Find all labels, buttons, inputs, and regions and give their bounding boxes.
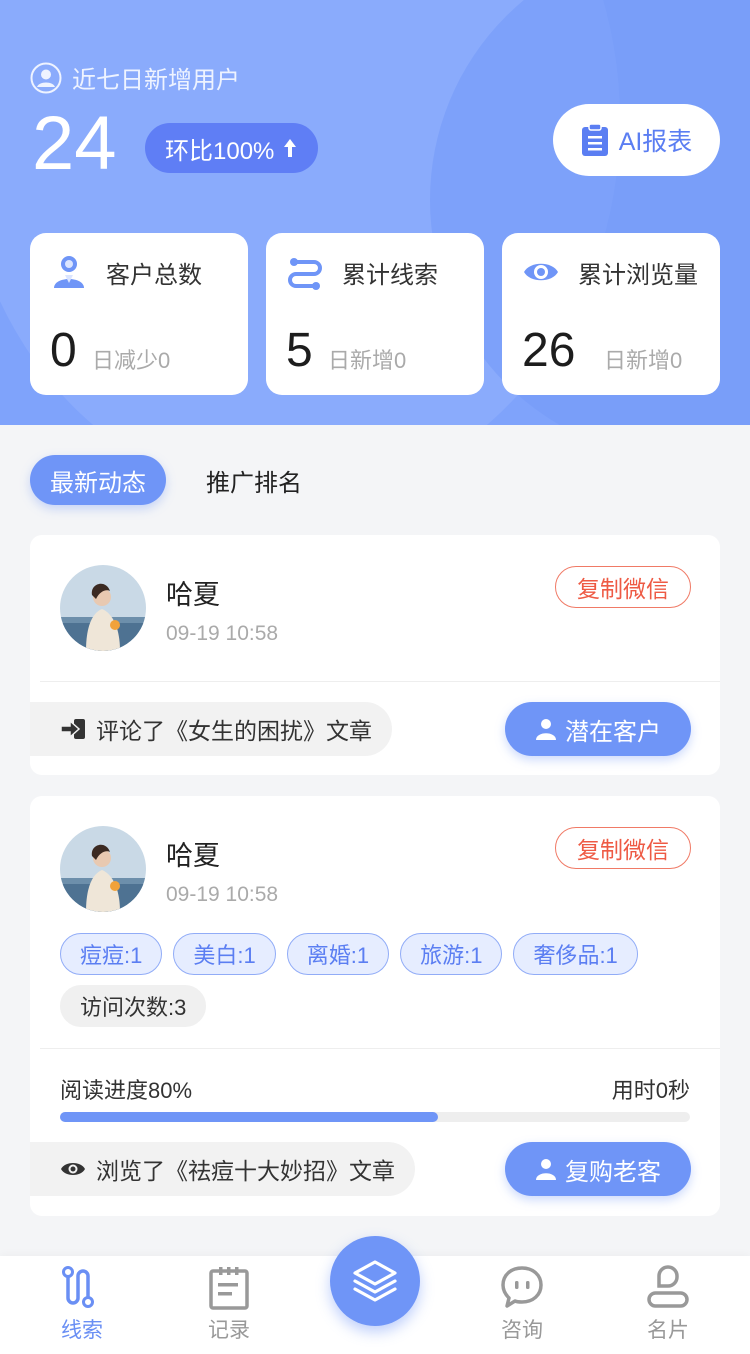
profile-icon <box>647 1265 689 1308</box>
stat-change: 日新增0 <box>604 348 683 373</box>
tab-records[interactable]: 记录 <box>179 1264 279 1344</box>
tab-ranking[interactable]: 推广排名 <box>206 463 302 498</box>
person-icon <box>536 719 556 740</box>
stat-value: 26 <box>522 324 576 377</box>
tab-label: 记录 <box>208 1319 250 1342</box>
copy-wechat-button[interactable]: 复制微信 <box>555 827 691 869</box>
ratio-text: 环比100% <box>165 137 275 165</box>
notebook-icon <box>209 1267 249 1310</box>
timestamp: 09-19 10:58 <box>166 883 279 906</box>
user-name: 哈夏 <box>166 580 220 610</box>
new-users-label: 近七日新增用户 <box>30 60 240 95</box>
ratio-badge: 环比100% <box>145 123 319 173</box>
avatar[interactable] <box>60 565 146 651</box>
user-icon <box>30 62 62 93</box>
stat-change: 日减少0 <box>92 348 171 373</box>
activity-pill: 评论了《女生的困扰》文章 <box>30 702 392 756</box>
stat-change: 日新增0 <box>328 348 407 373</box>
divider <box>40 1048 720 1049</box>
eye-icon <box>61 1163 85 1175</box>
layers-icon <box>353 1260 397 1302</box>
tab-label: 名片 <box>647 1319 689 1342</box>
tab-label: 咨询 <box>501 1319 543 1342</box>
interest-tags: 痘痘:1 美白:1 离婚:1 旅游:1 奢侈品:1 访问次数:3 <box>60 933 700 1027</box>
copy-wechat-button[interactable]: 复制微信 <box>555 566 691 608</box>
stat-label: 客户总数 <box>106 261 202 289</box>
customer-type-button[interactable]: 潜在客户 <box>505 702 691 756</box>
feed-card[interactable]: 哈夏 09-19 10:58 复制微信 评论了《女生的困扰》文章 潜在客户 <box>30 535 720 775</box>
tab-label: 线索 <box>61 1319 103 1342</box>
center-action-button[interactable] <box>330 1236 420 1326</box>
interest-tag[interactable]: 美白:1 <box>173 933 276 975</box>
interest-tag[interactable]: 离婚:1 <box>286 933 390 975</box>
stat-value: 0 <box>50 324 77 377</box>
customer-type-label: 复购老客 <box>565 1158 661 1186</box>
eye-icon <box>524 263 558 281</box>
new-users-count: 24 <box>32 101 117 186</box>
stat-card-views[interactable]: 累计浏览量 26 日新增0 <box>502 233 720 395</box>
stat-label: 累计线索 <box>342 261 438 289</box>
new-users-label-text: 近七日新增用户 <box>72 67 240 94</box>
stat-label: 累计浏览量 <box>578 261 698 289</box>
customer-type-button[interactable]: 复购老客 <box>505 1142 691 1196</box>
interest-tag[interactable]: 奢侈品:1 <box>513 933 638 975</box>
activity-text: 浏览了《祛痘十大妙招》文章 <box>96 1158 395 1184</box>
reading-progress-bar <box>60 1112 690 1122</box>
interest-tag[interactable]: 痘痘:1 <box>60 933 163 975</box>
arrow-up-icon <box>284 139 297 157</box>
reading-progress-fill <box>60 1112 438 1122</box>
feed-tabs: 最新动态 推广排名 <box>30 455 302 505</box>
customers-icon <box>54 256 84 288</box>
tab-latest[interactable]: 最新动态 <box>30 455 166 505</box>
ai-report-button[interactable]: AI报表 <box>553 104 720 176</box>
activity-text: 评论了《女生的困扰》文章 <box>96 718 372 744</box>
timestamp: 09-19 10:58 <box>166 622 279 645</box>
tab-card[interactable]: 名片 <box>618 1264 718 1344</box>
avatar[interactable] <box>60 826 146 912</box>
tab-consult[interactable]: 咨询 <box>472 1264 572 1344</box>
reading-progress-label: 阅读进度80% <box>60 1078 193 1103</box>
clipboard-icon <box>581 123 608 156</box>
activity-pill: 浏览了《祛痘十大妙招》文章 <box>30 1142 415 1196</box>
user-name: 哈夏 <box>166 841 220 871</box>
stat-value: 5 <box>286 324 313 377</box>
stat-card-customers[interactable]: 客户总数 0 日减少0 <box>30 233 248 395</box>
route-icon <box>62 1266 94 1308</box>
feed-card[interactable]: 哈夏 09-19 10:58 复制微信 痘痘:1 美白:1 离婚:1 旅游:1 … <box>30 796 720 1216</box>
time-used: 用时0秒 <box>611 1078 690 1103</box>
ai-report-label: AI报表 <box>618 128 693 156</box>
person-icon <box>536 1159 556 1180</box>
stat-card-leads[interactable]: 累计线索 5 日新增0 <box>266 233 484 395</box>
route-icon <box>288 258 322 290</box>
divider <box>40 681 720 682</box>
chat-icon <box>501 1266 543 1308</box>
customer-type-label: 潜在客户 <box>565 718 661 746</box>
tab-leads[interactable]: 线索 <box>32 1264 132 1344</box>
share-in-icon <box>60 719 85 739</box>
visit-count-tag: 访问次数:3 <box>60 985 207 1027</box>
interest-tag[interactable]: 旅游:1 <box>400 933 503 975</box>
